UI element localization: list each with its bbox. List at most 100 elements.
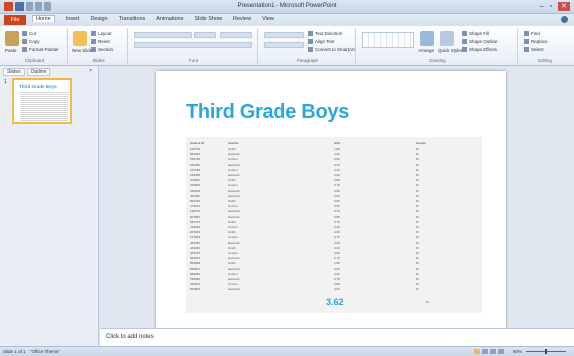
tab-outline[interactable]: Outline <box>26 68 51 76</box>
ribbon: Paste Cut Copy Format Painter Clipboard … <box>0 26 574 66</box>
slide-title[interactable]: Third Grade Boys <box>186 101 349 124</box>
cell-gender: M <box>416 240 419 245</box>
text-direction-button[interactable]: Text Direction <box>308 31 342 37</box>
tab-insert[interactable]: Insert <box>66 16 80 22</box>
slide-sorter-icon[interactable] <box>482 349 488 354</box>
tab-design[interactable]: Design <box>90 16 107 22</box>
cell-student-id: 205463 <box>190 230 201 235</box>
paste-icon[interactable] <box>5 31 19 46</box>
cell-gender: M <box>416 251 419 255</box>
cell-student-id: 907856 <box>190 214 201 219</box>
table-row: 167863 Conner 3.75 M <box>186 235 482 239</box>
cell-teacher: Hancock <box>228 287 240 292</box>
layout-button[interactable]: Layout <box>91 31 112 37</box>
cell-gender: M <box>416 162 419 167</box>
normal-view-icon[interactable] <box>474 349 480 354</box>
table-row: 628786 Conner 3.80 M <box>186 157 482 161</box>
reset-button[interactable]: Reset <box>91 39 110 45</box>
cell-gender: M <box>416 287 419 292</box>
zoom-slider-thumb[interactable] <box>545 349 547 354</box>
quick-styles-icon[interactable] <box>440 31 454 46</box>
tab-slides[interactable]: Slides <box>3 68 25 76</box>
slide-canvas[interactable]: Third Grade Boys Student ID Teacher GPA … <box>156 71 506 331</box>
header-student-id: Student ID <box>190 141 205 145</box>
arrange-icon[interactable] <box>420 31 434 46</box>
cell-teacher: Smith <box>228 147 236 151</box>
cell-teacher: Conner <box>228 157 238 162</box>
cell-student-id: 229408 <box>190 173 201 177</box>
slideshow-icon[interactable] <box>498 349 504 354</box>
table-row: 864676 Hancock 3.75 M <box>186 256 482 260</box>
convert-smartart-label: Convert to SmartArt <box>315 47 355 52</box>
copy-icon <box>22 39 27 44</box>
tab-review[interactable]: Review <box>233 16 251 22</box>
thumbnail-table <box>20 91 68 121</box>
cell-student-id: 864676 <box>190 256 201 261</box>
slide-thumbnail[interactable]: Third Grade Boys <box>12 78 72 124</box>
shape-fill-button[interactable]: Shape Fill <box>462 31 489 37</box>
convert-smartart-button[interactable]: Convert to SmartArt <box>308 47 355 53</box>
format-painter-button[interactable]: Format Painter <box>22 47 59 53</box>
group-label-slides: Slides <box>92 58 105 63</box>
paste-button[interactable]: Paste <box>5 48 17 54</box>
reset-icon <box>91 39 96 44</box>
cell-gender: M <box>416 167 419 172</box>
alignment-buttons[interactable] <box>264 42 304 48</box>
table-row: 464378 Conner 3.80 M <box>186 251 482 255</box>
cell-gpa: 3.80 <box>334 178 340 183</box>
arrange-button[interactable]: Arrange <box>418 48 434 54</box>
reading-view-icon[interactable] <box>490 349 496 354</box>
shape-outline-button[interactable]: Shape Outline <box>462 39 498 45</box>
shapes-gallery[interactable] <box>362 32 414 48</box>
tab-file[interactable]: File <box>4 15 26 25</box>
tab-animations[interactable]: Animations <box>156 16 183 22</box>
cell-teacher: Hancock <box>228 162 240 167</box>
new-slide-icon[interactable] <box>73 31 87 46</box>
help-icon[interactable] <box>561 16 568 23</box>
cell-gpa: 4.00 <box>334 152 340 157</box>
group-label-drawing: Drawing <box>429 58 446 63</box>
table-row: 546085 Hancock 3.75 M <box>186 163 482 167</box>
cell-gpa: 3.75 <box>334 162 340 167</box>
cell-gpa: 3.75 <box>334 219 340 224</box>
tab-transitions[interactable]: Transitions <box>119 16 146 22</box>
tab-view[interactable]: View <box>262 16 274 22</box>
pane-tabs: Slides Outline × <box>0 66 98 78</box>
close-pane-button[interactable]: × <box>86 68 95 76</box>
format-painter-label: Format Painter <box>29 47 59 52</box>
cell-gpa: 3.75 <box>334 183 340 188</box>
student-table[interactable]: Student ID Teacher GPA Gender 3.62 M 128… <box>186 137 482 313</box>
new-slide-button[interactable]: New Slide <box>72 48 92 54</box>
font-name-dropdown[interactable] <box>134 32 192 38</box>
cell-teacher: Conner <box>228 271 238 276</box>
shape-effects-button[interactable]: Shape Effects <box>462 47 497 53</box>
tab-home[interactable]: Home <box>32 15 55 22</box>
section-button[interactable]: Section <box>91 47 113 53</box>
list-buttons[interactable] <box>264 32 304 38</box>
cell-gender: M <box>416 204 419 209</box>
quick-styles-button[interactable]: Quick Styles <box>438 48 463 54</box>
cell-gpa: 3.20 <box>334 225 340 229</box>
copy-button[interactable]: Copy <box>22 39 40 45</box>
maximize-button[interactable]: ▫ <box>550 2 552 11</box>
minimize-button[interactable]: – <box>540 2 544 11</box>
cell-student-id: 138752 <box>190 209 201 214</box>
cell-gpa: 3.20 <box>334 193 340 198</box>
font-grow-shrink-buttons[interactable] <box>220 32 252 38</box>
close-button[interactable]: ✕ <box>558 2 570 11</box>
notes-pane[interactable]: Click to add notes <box>100 328 574 346</box>
zoom-level[interactable]: 60% <box>513 349 522 354</box>
cell-gender: M <box>416 188 419 193</box>
replace-button[interactable]: Replace <box>524 39 548 45</box>
tab-slide-show[interactable]: Slide Show <box>194 16 222 22</box>
select-button[interactable]: Select <box>524 47 544 53</box>
table-row: 243486 Smith 3.20 M <box>186 246 482 250</box>
align-text-button[interactable]: Align Text <box>308 39 334 45</box>
cell-student-id: 218683 <box>190 225 201 229</box>
cell-teacher: Smith <box>228 219 236 224</box>
select-label: Select <box>531 47 544 52</box>
font-formatting-buttons[interactable] <box>134 42 252 48</box>
find-button[interactable]: Find <box>524 31 540 37</box>
cut-button[interactable]: Cut <box>22 31 36 37</box>
font-size-dropdown[interactable] <box>194 32 216 38</box>
